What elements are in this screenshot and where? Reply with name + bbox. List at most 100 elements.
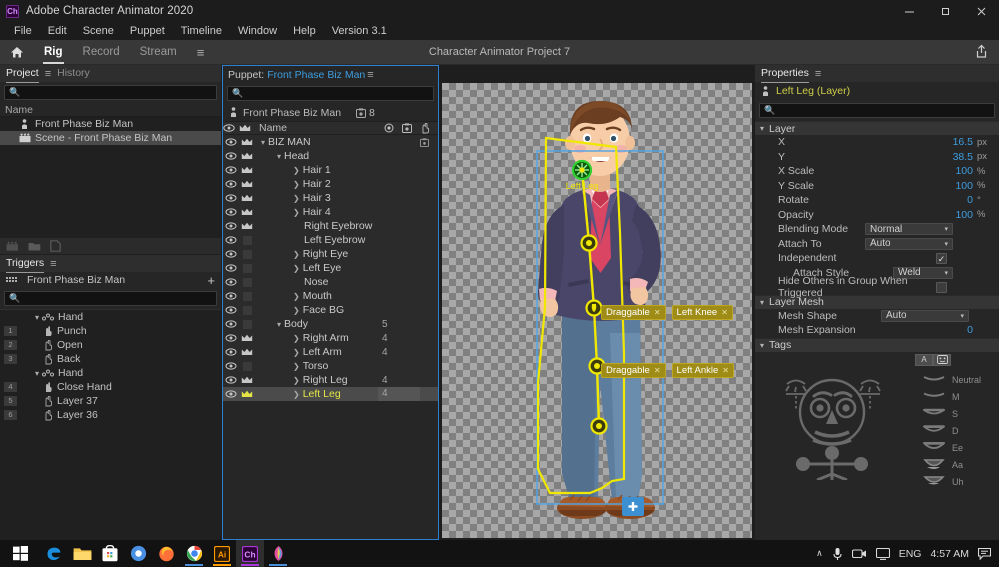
crown-icon[interactable] bbox=[239, 222, 255, 230]
property-row-x-scale[interactable]: X Scale 100 % bbox=[755, 164, 999, 179]
attach-to-select[interactable]: Auto ▾ bbox=[865, 237, 953, 250]
tag-chip-draggable[interactable]: Draggable ✕ bbox=[601, 363, 666, 378]
chevron-right-icon[interactable]: ❯ bbox=[293, 390, 300, 399]
taskbar-edge-icon[interactable] bbox=[40, 540, 68, 567]
eye-icon[interactable] bbox=[223, 194, 239, 202]
taskbar-character-animator-icon[interactable]: Ch bbox=[236, 540, 264, 567]
eye-icon[interactable] bbox=[223, 138, 239, 146]
property-row-y-scale[interactable]: Y Scale 100 % bbox=[755, 179, 999, 194]
layer-row[interactable]: ❯ Hair 1 bbox=[223, 163, 438, 177]
close-button[interactable] bbox=[963, 0, 999, 22]
eye-icon[interactable] bbox=[223, 376, 239, 384]
properties-search-input[interactable]: 🔍 bbox=[759, 103, 995, 118]
display-icon[interactable] bbox=[875, 547, 890, 560]
chevron-right-icon[interactable]: ❯ bbox=[293, 306, 300, 315]
crown-icon[interactable] bbox=[239, 390, 255, 398]
eye-icon[interactable] bbox=[223, 390, 239, 398]
crown-icon[interactable] bbox=[239, 361, 255, 371]
menu-scene[interactable]: Scene bbox=[75, 22, 122, 40]
tag-chip-left-knee[interactable]: Left Knee ✕ bbox=[671, 305, 733, 320]
trigger-row[interactable]: 5 Layer 37 bbox=[0, 394, 221, 408]
trigger-row[interactable]: 1 Punch bbox=[0, 324, 221, 338]
chevron-down-icon[interactable]: ▾ bbox=[261, 138, 265, 147]
chevron-down-icon[interactable]: ▾ bbox=[35, 313, 39, 322]
taskbar-firefox-icon[interactable] bbox=[152, 540, 180, 567]
layer-row[interactable]: ❯ Hair 2 bbox=[223, 177, 438, 191]
share-icon[interactable] bbox=[974, 44, 989, 59]
chevron-down-icon[interactable]: ▾ bbox=[760, 298, 764, 307]
eye-icon[interactable] bbox=[223, 348, 239, 356]
layer-row[interactable]: ❯ Right Leg 4 bbox=[223, 373, 438, 387]
tab-history[interactable]: History bbox=[57, 67, 90, 80]
chevron-down-icon[interactable]: ▾ bbox=[35, 369, 39, 378]
chevron-down-icon[interactable]: ▾ bbox=[277, 320, 281, 329]
layer-row[interactable]: ▾ BIZ MAN bbox=[223, 135, 438, 149]
eye-icon[interactable] bbox=[223, 362, 239, 370]
new-item-icon[interactable] bbox=[50, 240, 61, 252]
viseme-row[interactable]: Neutral bbox=[923, 372, 981, 389]
layer-row[interactable]: ❯ Left Arm 4 bbox=[223, 345, 438, 359]
menu-window[interactable]: Window bbox=[230, 22, 285, 40]
layer-row[interactable]: ❯ Left Leg 4 bbox=[223, 387, 438, 401]
eye-icon[interactable] bbox=[223, 222, 239, 230]
section-header-layer[interactable]: ▾ Layer bbox=[755, 121, 999, 135]
home-icon[interactable] bbox=[0, 45, 34, 59]
property-value[interactable]: 100 bbox=[955, 180, 977, 192]
eye-icon[interactable] bbox=[223, 292, 239, 300]
menu-help[interactable]: Help bbox=[285, 22, 324, 40]
property-row-y[interactable]: Y 38.5 px bbox=[755, 150, 999, 165]
puppet-panel-menu-icon[interactable]: ≡ bbox=[367, 69, 373, 81]
property-value[interactable]: 16.5 bbox=[953, 136, 977, 148]
viseme-row[interactable]: D bbox=[922, 423, 981, 440]
crown-icon[interactable] bbox=[239, 194, 255, 202]
viseme-row[interactable]: Ee bbox=[922, 440, 981, 457]
chevron-right-icon[interactable]: ❯ bbox=[293, 264, 300, 273]
crown-icon[interactable] bbox=[239, 348, 255, 356]
layer-row[interactable]: ❯ Torso bbox=[223, 359, 438, 373]
tab-project[interactable]: Project bbox=[6, 67, 39, 83]
eye-icon[interactable] bbox=[223, 250, 239, 258]
puppet-canvas[interactable]: Left Leg Draggable ✕ Left Knee ✕ Draggab… bbox=[442, 83, 752, 538]
property-row-mesh-expansion[interactable]: Mesh Expansion 0 bbox=[755, 323, 999, 338]
taskbar-browser-icon[interactable] bbox=[124, 540, 152, 567]
layer-row[interactable]: ❯ Mouth bbox=[223, 289, 438, 303]
crown-icon[interactable] bbox=[239, 263, 255, 273]
menu-puppet[interactable]: Puppet bbox=[122, 22, 173, 40]
property-value[interactable]: 38.5 bbox=[953, 151, 977, 163]
hide-others-checkbox[interactable]: ✓ bbox=[936, 281, 947, 293]
viseme-row[interactable]: S bbox=[922, 406, 981, 423]
trigger-group-row[interactable]: ▾ Hand bbox=[0, 366, 221, 380]
list-item[interactable]: Front Phase Biz Man bbox=[0, 117, 221, 131]
workspace-menu-icon[interactable]: ≡ bbox=[187, 40, 215, 65]
new-folder-icon[interactable] bbox=[28, 241, 41, 252]
menu-file[interactable]: File bbox=[6, 22, 40, 40]
chevron-right-icon[interactable]: ❯ bbox=[293, 292, 300, 301]
eye-icon[interactable] bbox=[223, 152, 239, 160]
layer-row[interactable]: ❯ Hair 3 bbox=[223, 191, 438, 205]
project-search-input[interactable]: 🔍 bbox=[4, 85, 217, 100]
property-value[interactable]: 0 bbox=[967, 194, 977, 206]
crown-icon[interactable] bbox=[239, 138, 255, 146]
taskbar-photos-icon[interactable] bbox=[264, 540, 292, 567]
tab-properties[interactable]: Properties bbox=[761, 67, 809, 83]
property-row-rotate[interactable]: Rotate 0 ° bbox=[755, 193, 999, 208]
crown-icon[interactable] bbox=[239, 249, 255, 259]
taskbar-store-icon[interactable] bbox=[96, 540, 124, 567]
taskbar-file-explorer-icon[interactable] bbox=[68, 540, 96, 567]
crown-icon[interactable] bbox=[239, 152, 255, 160]
mesh-shape-select[interactable]: Auto ▾ bbox=[881, 309, 969, 322]
taskbar-illustrator-icon[interactable]: Ai bbox=[208, 540, 236, 567]
camera-icon[interactable] bbox=[851, 548, 867, 559]
tray-expand-icon[interactable]: ∧ bbox=[816, 548, 823, 559]
property-value[interactable]: 100 bbox=[955, 165, 977, 177]
chevron-right-icon[interactable]: ❯ bbox=[293, 250, 300, 259]
crown-icon[interactable] bbox=[239, 235, 255, 245]
tab-record[interactable]: Record bbox=[73, 40, 130, 65]
chevron-right-icon[interactable]: ❯ bbox=[293, 180, 300, 189]
taskbar-chrome-icon[interactable] bbox=[180, 540, 208, 567]
layer-row[interactable]: ❯ Right Arm 4 bbox=[223, 331, 438, 345]
property-row-x[interactable]: X 16.5 px bbox=[755, 135, 999, 150]
close-icon[interactable]: ✕ bbox=[722, 366, 729, 375]
layer-row[interactable]: ▾ Body 5 bbox=[223, 317, 438, 331]
blending-mode-select[interactable]: Normal ▾ bbox=[865, 223, 953, 236]
